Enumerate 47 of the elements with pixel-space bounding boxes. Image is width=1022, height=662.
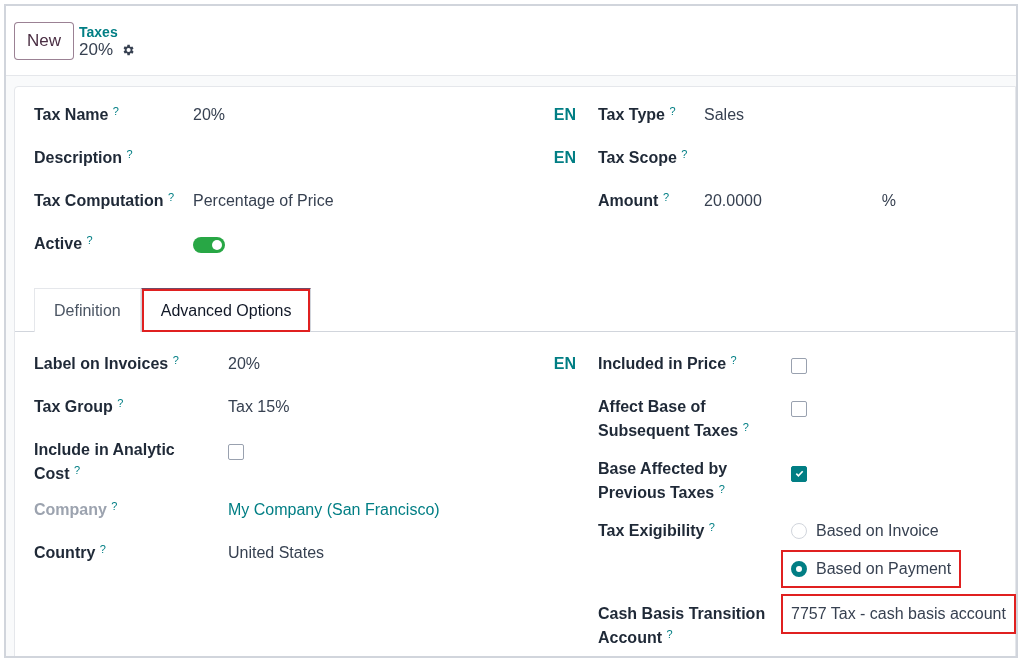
record-title: 20% — [79, 40, 114, 59]
checkbox[interactable] — [791, 465, 807, 482]
checkbox[interactable] — [791, 358, 807, 374]
field-label: Label on Invoices $^{?}$ — [34, 355, 179, 372]
field-label: Base Affected by Previous Taxes $^{?}$ — [598, 460, 728, 501]
toggle-switch[interactable] — [193, 237, 225, 253]
radio-button[interactable] — [791, 561, 807, 577]
field-label: Amount $^{?}$ — [598, 192, 669, 209]
checkbox[interactable] — [228, 444, 244, 460]
company-link[interactable]: My Company (San Francisco) — [228, 498, 440, 522]
field-value: 7757 Tax - cash basis account — [781, 594, 1016, 634]
breadcrumb-link[interactable]: Taxes — [79, 22, 136, 41]
field-value: Sales — [703, 105, 746, 125]
radio-label: Based on Invoice — [816, 521, 939, 541]
language-button[interactable]: EN — [553, 146, 578, 170]
field-label: Active $^{?}$ — [34, 235, 93, 252]
settings-icon[interactable] — [121, 42, 136, 57]
field-value: Percentage of Price — [192, 191, 335, 211]
field-label: Tax Computation $^{?}$ — [34, 192, 175, 209]
field-value: 20% — [227, 354, 262, 374]
field-label: Included in Price $^{?}$ — [598, 355, 737, 372]
unit-label: % — [881, 191, 897, 211]
radio-option[interactable]: Based on Invoice — [781, 512, 949, 550]
tab[interactable]: Advanced Options — [140, 288, 312, 332]
radio-label: Based on Payment — [816, 559, 952, 579]
check-icon — [793, 468, 805, 479]
radio-option[interactable]: Based on Payment — [781, 550, 962, 588]
field-value: Tax 15% — [227, 397, 291, 417]
tab[interactable]: Definition — [34, 288, 141, 332]
language-button[interactable]: EN — [553, 103, 578, 127]
field-value: United States — [227, 543, 326, 563]
language-button[interactable]: EN — [553, 352, 578, 376]
field-label: Tax Exigibility $^{?}$ — [598, 522, 715, 539]
new-button[interactable]: New — [14, 21, 74, 60]
field-label: Tax Name $^{?}$ — [34, 106, 119, 123]
field-label: Cash Basis Transition Account $^{?}$ — [598, 605, 766, 646]
field-value: 20% — [192, 105, 227, 125]
field-label: Country $^{?}$ — [34, 544, 106, 561]
field-label: Affect Base of Subsequent Taxes $^{?}$ — [598, 398, 749, 439]
field-label: Tax Type $^{?}$ — [598, 106, 676, 123]
field-label: Description $^{?}$ — [34, 149, 133, 166]
field-value: 20.0000 — [703, 191, 763, 211]
field-label: Tax Scope $^{?}$ — [598, 149, 688, 166]
field-label: Company $^{?}$ — [34, 501, 118, 518]
field-label: Tax Group $^{?}$ — [34, 398, 124, 415]
field-label: Include in Analytic Cost $^{?}$ — [34, 441, 175, 482]
checkbox[interactable] — [791, 401, 807, 417]
